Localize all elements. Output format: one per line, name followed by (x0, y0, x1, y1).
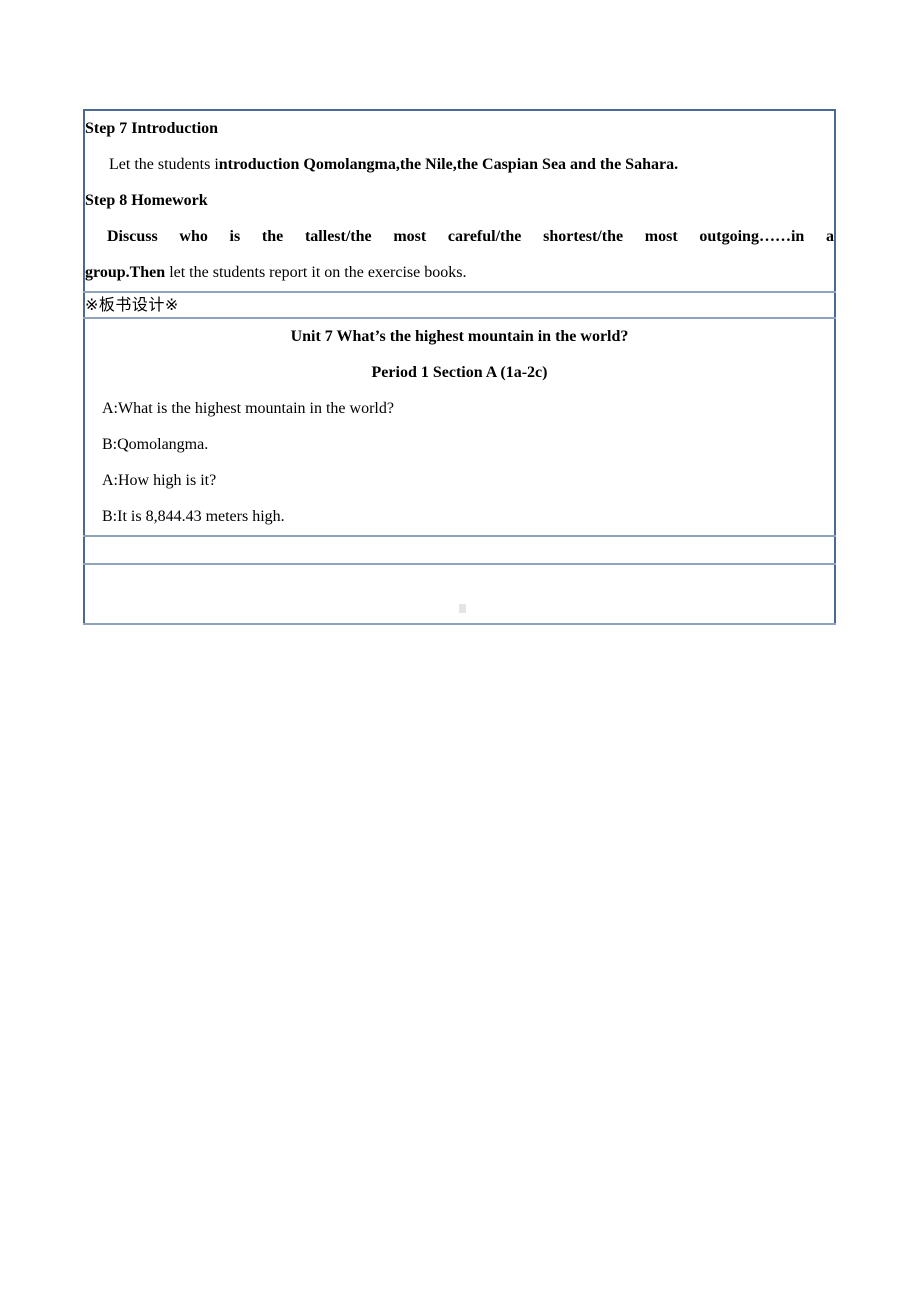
step8-line-wrap: group.Then let the students report it on… (85, 255, 834, 291)
steps-cell: Step 7 Introduction Let the students int… (84, 110, 835, 292)
board-title-line1: Unit 7 What’s the highest mountain in th… (290, 328, 629, 345)
table-row-blank-1 (84, 535, 835, 564)
table-row-board: Unit 7 What’s the highest mountain in th… (84, 317, 835, 536)
step7-line-bold: ntroduction Qomolangma,the Nile,the Casp… (218, 156, 679, 173)
lesson-plan-table: Step 7 Introduction Let the students int… (83, 109, 836, 625)
step8-wrap-bold: group.Then (85, 264, 166, 281)
blank-cell-2 (84, 563, 835, 624)
step7-line: Let the students introduction Qomolangma… (85, 147, 834, 183)
dialogue-line-3: A:How high is it? (102, 472, 217, 489)
table-row-steps: Step 7 Introduction Let the students int… (84, 110, 835, 292)
table-row-banshu: ※板书设计※ (84, 291, 835, 318)
table-row-blank-2 (84, 563, 835, 624)
banshu-cell: ※板书设计※ (84, 291, 835, 318)
step8-line-justified: Discuss who is the tallest/the most care… (107, 228, 834, 245)
board-title-line2: Period 1 Section A (1a-2c) (371, 364, 548, 381)
document-page: Step 7 Introduction Let the students int… (0, 0, 920, 1302)
blank-cell-1 (84, 535, 835, 564)
banshu-heading: ※板书设计※ (85, 295, 179, 314)
step8-wrap-regular: let the students report it on the exerci… (165, 264, 467, 281)
dialogue-line-4: B:It is 8,844.43 meters high. (102, 508, 285, 525)
dialogue-line-2: B:Qomolangma. (102, 436, 209, 453)
dialogue-line-1: A:What is the highest mountain in the wo… (102, 400, 394, 417)
step7-heading: Step 7 Introduction (85, 120, 219, 137)
empty-placeholder-icon (459, 604, 466, 613)
step8-heading: Step 8 Homework (85, 192, 208, 209)
step7-line-regular: Let the students i (109, 156, 219, 173)
board-cell: Unit 7 What’s the highest mountain in th… (84, 317, 835, 536)
